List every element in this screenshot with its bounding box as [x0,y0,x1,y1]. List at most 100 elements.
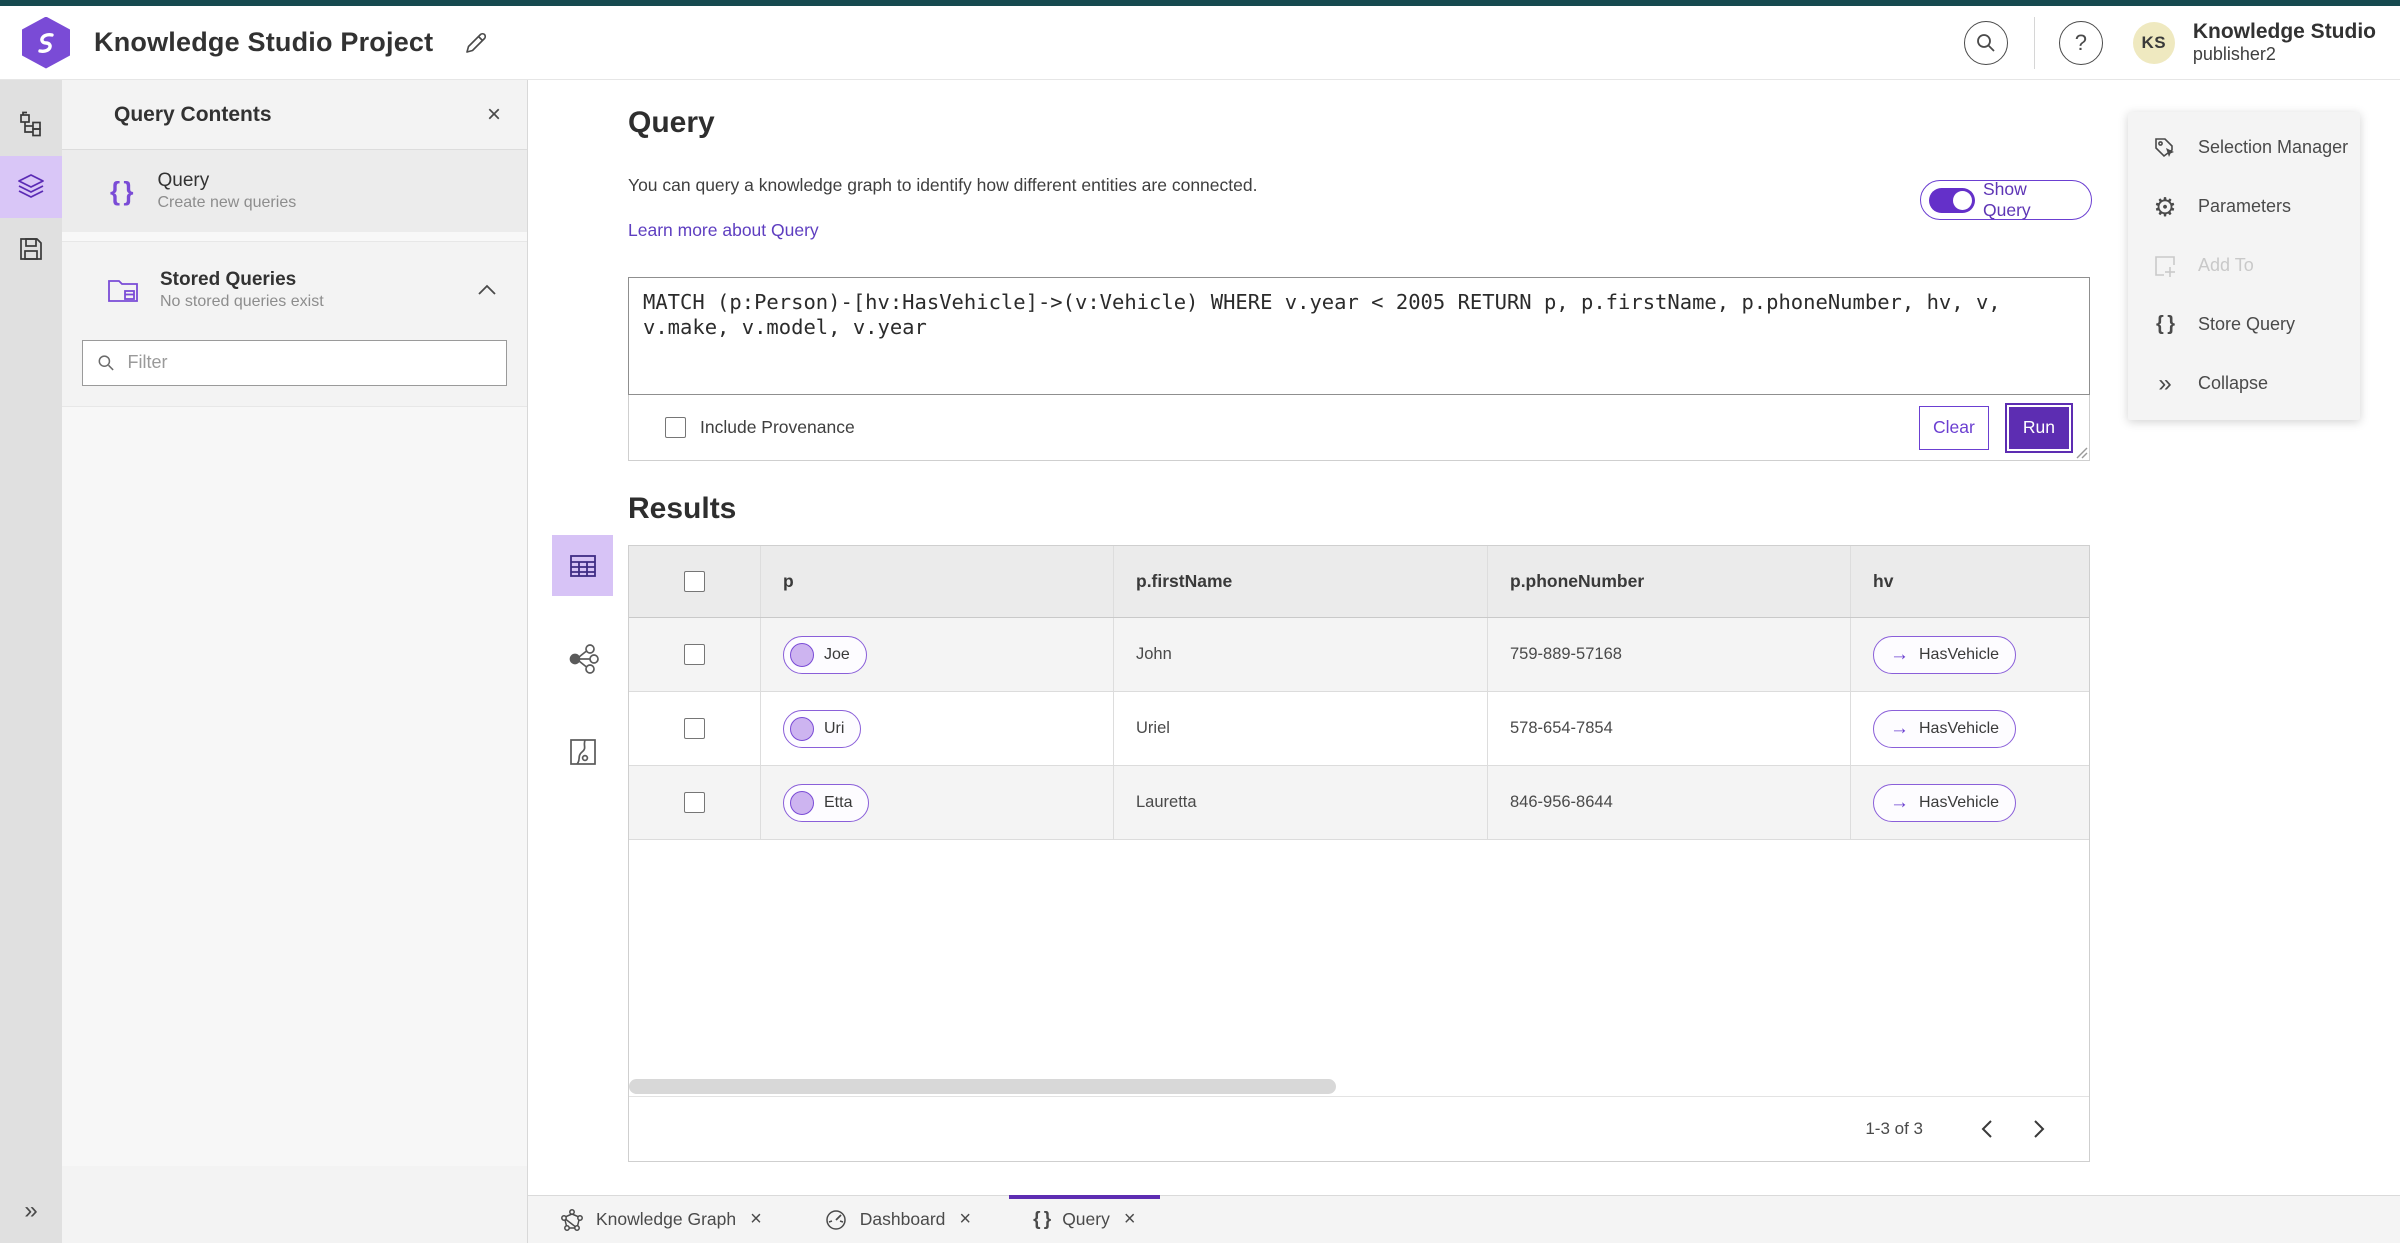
cell-first-name: John [1136,645,1172,663]
avatar[interactable]: KS [2132,21,2175,64]
query-actions-bar: Include Provenance Clear Run [628,394,2090,461]
search-icon[interactable] [1963,20,2008,65]
edit-title-icon[interactable] [463,30,489,56]
parameters-item[interactable]: ⚙ Parameters [2128,177,2360,236]
column-header: hv [1873,571,1894,591]
relationship-chip[interactable]: → HasVehicle [1873,709,2017,748]
store-query-item[interactable]: { } Store Query [2128,295,2360,354]
project-title: Knowledge Studio Project [94,27,434,57]
app-logo-icon[interactable] [22,16,70,69]
panel-divider [62,232,527,242]
map-view-icon[interactable] [552,721,613,782]
saved-rail-icon[interactable] [0,218,62,280]
braces-icon: { } [110,175,134,206]
entity-chip[interactable]: Uri [783,709,862,748]
tools-panel: Selection Manager ⚙ Parameters Add To { … [2128,112,2360,420]
show-query-toggle[interactable]: Show Query [1920,179,2092,220]
chevron-left-icon[interactable] [1967,1109,2007,1149]
page-title: Query [628,106,715,139]
entity-chip[interactable]: Etta [783,783,870,822]
header-actions: ? KS Knowledge Studio publisher2 [1963,16,2380,69]
entity-chip[interactable]: Joe [783,635,867,674]
gauge-icon [826,1209,846,1230]
horizontal-scrollbar [629,1077,2089,1097]
tab-dashboard[interactable]: Dashboard × [800,1196,995,1243]
learn-more-link[interactable]: Learn more about Query [628,220,819,241]
bottom-tab-bar: Knowledge Graph × Dashboard × { } Query … [528,1194,2400,1243]
cell-first-name: Uriel [1136,719,1170,737]
arrow-right-icon: → [1890,717,1909,739]
left-rail: » [0,80,62,1243]
expand-panel-icon[interactable]: » [0,1197,62,1225]
row-checkbox[interactable] [684,718,705,739]
app-window: Knowledge Studio Project ? KS Knowledge … [0,0,2400,1243]
graph-view-icon[interactable] [552,628,613,689]
entity-node-icon [790,642,814,667]
user-info[interactable]: Knowledge Studio publisher2 [2193,20,2380,65]
close-icon[interactable]: × [1124,1208,1136,1231]
tab-query[interactable]: { } Query × [1009,1194,1160,1243]
query-textarea[interactable]: MATCH (p:Person)-[hv:HasVehicle]->(v:Veh… [628,277,2090,395]
filter-input[interactable] [127,352,492,374]
query-item-title: Query [157,170,210,192]
tab-knowledge-graph[interactable]: Knowledge Graph × [536,1196,786,1243]
row-checkbox[interactable] [684,792,705,813]
selection-manager-icon [2150,135,2180,161]
scrollbar-thumb[interactable] [629,1079,1336,1094]
column-header: p.firstName [1136,571,1233,591]
add-to-icon [2150,253,2180,279]
query-list-item[interactable]: { } Query Create new queries [62,150,527,232]
braces-icon: { } [2155,313,2175,335]
entity-node-icon [790,716,814,741]
show-query-label: Show Query [1983,179,2031,220]
include-provenance-checkbox[interactable] [665,417,686,438]
entity-node-icon [790,790,814,815]
header-divider [2033,16,2035,69]
braces-icon: { } [1033,1208,1051,1230]
main-content: Query You can query a knowledge graph to… [528,80,2400,1195]
user-role: publisher2 [2192,44,2276,65]
stored-queries-header[interactable]: Stored Queries No stored queries exist [62,242,527,322]
knowledge-graph-rail-icon[interactable] [0,94,62,156]
relationship-chip[interactable]: → HasVehicle [1873,635,2017,674]
table-row: Etta Lauretta 846-956-8644 → HasVehicle [629,766,2089,840]
arrow-right-icon: → [1890,643,1909,665]
table-row: Joe John 759-889-57168 → HasVehicle [629,618,2089,692]
pagination-range: 1-3 of 3 [1865,1119,1923,1138]
cell-phone: 846-956-8644 [1510,793,1613,811]
arrow-right-icon: → [1890,791,1909,813]
panel-title: Query Contents [114,102,272,126]
selection-manager-item[interactable]: Selection Manager [2128,118,2360,177]
toggle-on-icon[interactable] [1929,187,1975,213]
query-rail-icon[interactable] [0,156,62,218]
user-name: Knowledge Studio [2192,20,2376,44]
cell-phone: 759-889-57168 [1510,645,1622,663]
collapse-item[interactable]: » Collapse [2128,354,2360,413]
chevron-right-icon[interactable] [2019,1109,2059,1149]
relationship-chip[interactable]: → HasVehicle [1873,783,2017,822]
run-button[interactable]: Run [2006,404,2071,451]
panel-empty-area [62,405,527,1166]
row-checkbox[interactable] [684,644,705,665]
clear-button[interactable]: Clear [1918,405,1989,450]
close-icon[interactable]: × [959,1208,971,1231]
results-view-switcher [552,535,613,814]
cell-phone: 578-654-7854 [1510,719,1613,737]
select-all-checkbox[interactable] [684,571,705,592]
resize-grip-icon[interactable] [2074,445,2088,459]
close-icon[interactable]: × [487,101,501,129]
filter-field [82,339,507,386]
panel-header: Query Contents × [62,80,527,150]
help-icon[interactable]: ? [2058,20,2103,65]
table-view-icon[interactable] [552,535,613,596]
chevron-up-icon[interactable] [477,284,497,296]
query-editor: MATCH (p:Person)-[hv:HasVehicle]->(v:Veh… [628,277,2090,461]
app-header: Knowledge Studio Project ? KS Knowledge … [0,6,2400,80]
table-footer: 1-3 of 3 [629,1097,2089,1161]
results-title: Results [628,492,737,525]
close-icon[interactable]: × [750,1208,762,1231]
collapse-right-icon: » [2158,369,2172,397]
table-row: Uri Uriel 578-654-7854 → HasVehicle [629,692,2089,766]
query-item-subtitle: Create new queries [157,193,297,211]
gear-icon: ⚙ [2153,191,2177,222]
